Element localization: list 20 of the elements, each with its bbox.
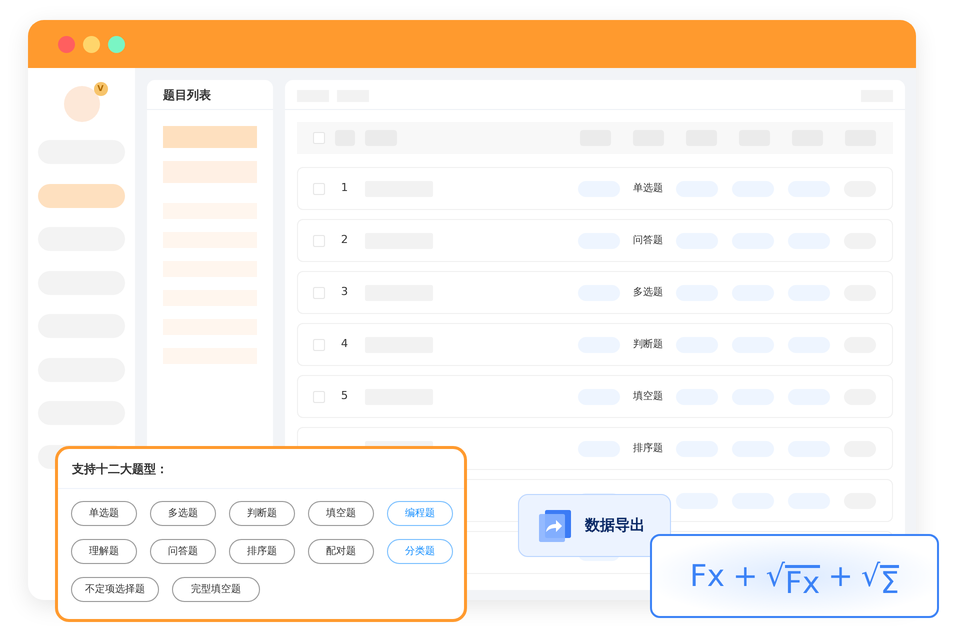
formula-term: Fx <box>690 558 725 596</box>
formula-root: √Σ <box>861 558 900 598</box>
row-number: 5 <box>341 388 349 404</box>
row-number: 3 <box>341 284 349 300</box>
row-number: 4 <box>341 336 349 352</box>
row-number: 2 <box>341 232 349 248</box>
export-label: 数据导出 <box>585 515 645 536</box>
question-type: 单选题 <box>632 182 664 196</box>
formula-operator: + <box>732 558 758 596</box>
formula-root: √Fx <box>766 558 820 598</box>
row-number: 1 <box>341 180 349 196</box>
question-type: 问答题 <box>632 234 664 248</box>
vip-badge: V <box>94 82 108 96</box>
question-type: 排序题 <box>632 442 664 456</box>
question-type: 多选题 <box>632 286 664 300</box>
formula-operator: + <box>828 558 854 596</box>
card-title: 支持十二大题型： <box>58 449 464 489</box>
question-type: 填空题 <box>632 390 664 404</box>
question-type: 判断题 <box>632 338 664 352</box>
panel-title: 题目列表 <box>147 80 273 110</box>
